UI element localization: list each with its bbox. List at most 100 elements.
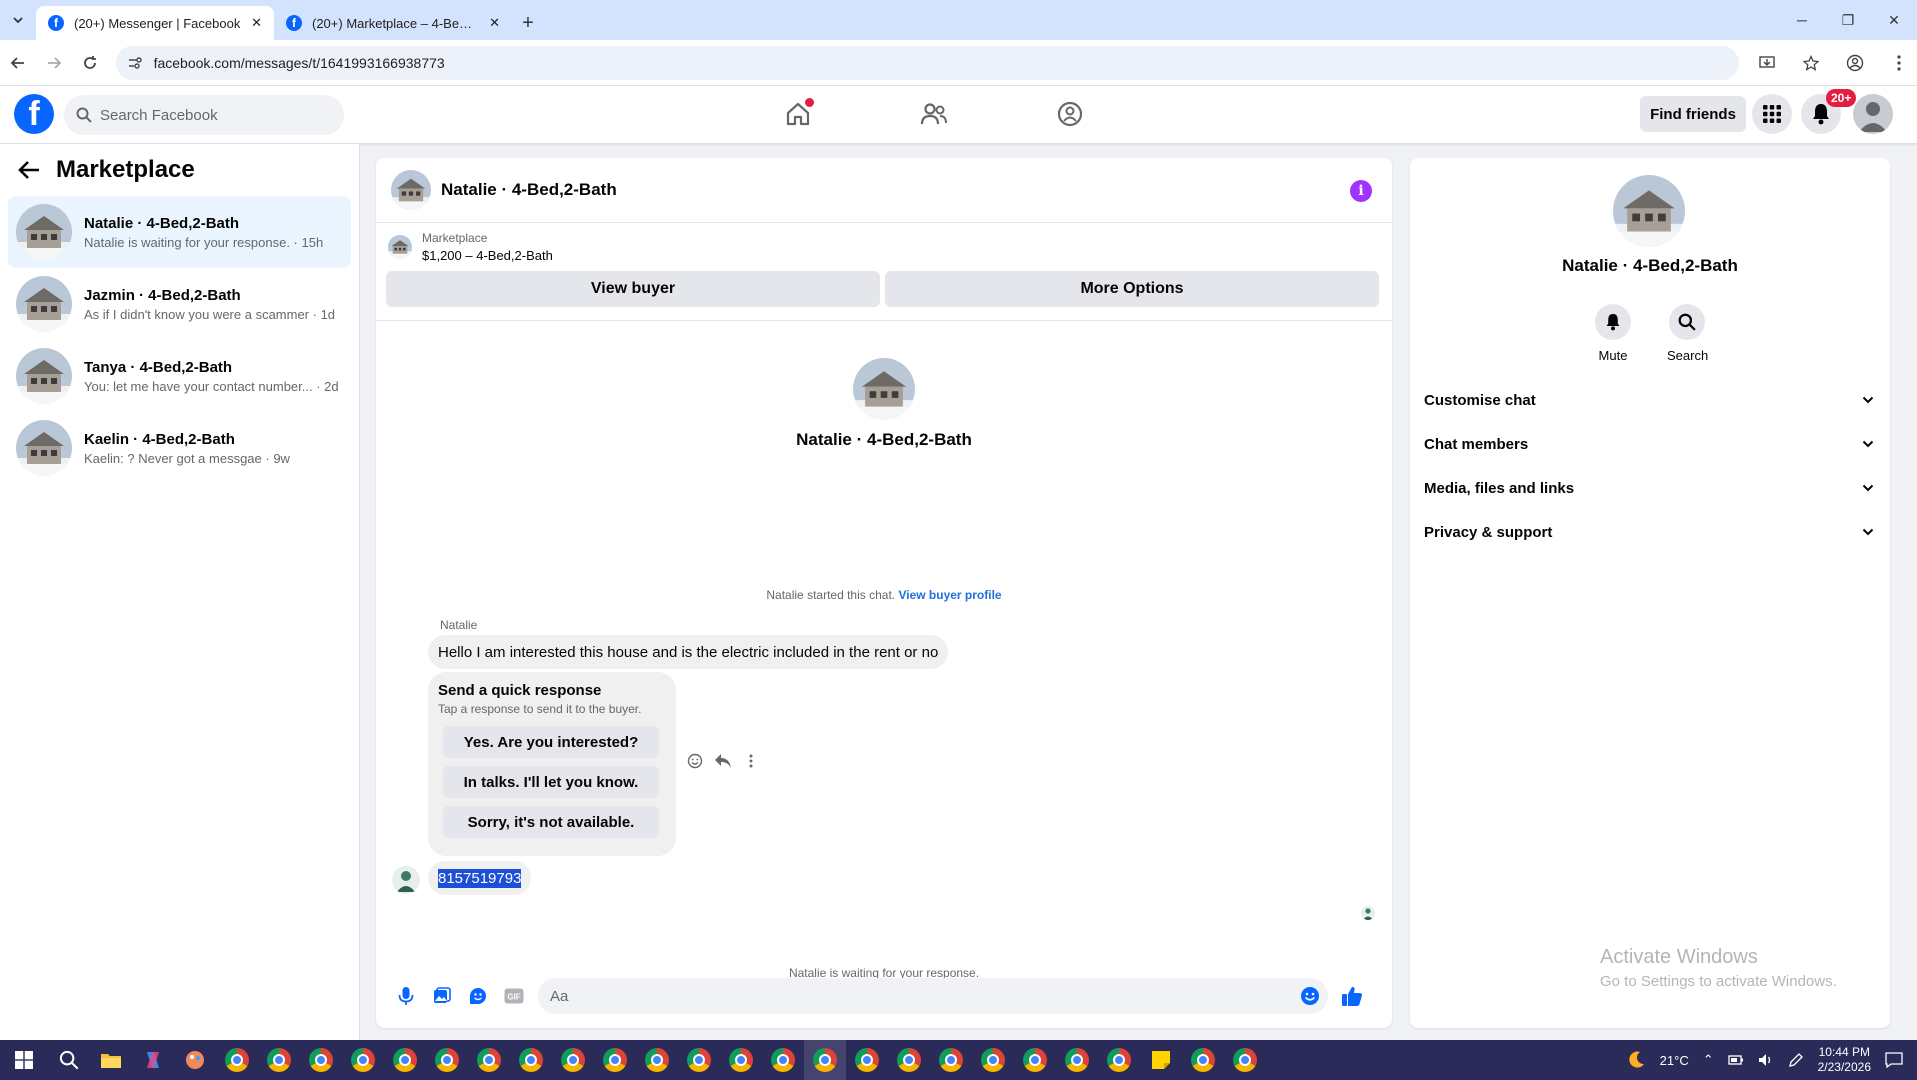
chrome-taskbar-button[interactable] bbox=[300, 1040, 342, 1080]
message-input[interactable]: Aa bbox=[538, 978, 1328, 1014]
nav-home[interactable] bbox=[780, 94, 816, 134]
sticker-button[interactable] bbox=[460, 978, 496, 1014]
facebook-logo-icon[interactable]: f bbox=[14, 94, 54, 134]
incoming-message[interactable]: Hello I am interested this house and is … bbox=[428, 635, 949, 669]
conversation-item[interactable]: Natalie · 4-Bed,2-Bath Natalie is waitin… bbox=[8, 196, 351, 268]
view-buyer-profile-link[interactable]: View buyer profile bbox=[898, 588, 1001, 602]
like-button[interactable] bbox=[1334, 978, 1370, 1014]
menu-button[interactable] bbox=[1752, 94, 1792, 134]
conversation-item[interactable]: Tanya · 4-Bed,2-Bath You: let me have yo… bbox=[8, 340, 351, 412]
chrome-taskbar-button[interactable] bbox=[888, 1040, 930, 1080]
find-friends-button[interactable]: Find friends bbox=[1640, 96, 1746, 132]
back-button[interactable] bbox=[0, 45, 36, 81]
more-vertical-icon[interactable] bbox=[742, 752, 760, 770]
conversation-item[interactable]: Jazmin · 4-Bed,2-Bath As if I didn't kno… bbox=[8, 268, 351, 340]
chrome-taskbar-button[interactable] bbox=[762, 1040, 804, 1080]
install-app-button[interactable] bbox=[1749, 45, 1785, 81]
url-bar[interactable]: facebook.com/messages/t/1641993166938773 bbox=[115, 45, 1740, 80]
close-window-button[interactable]: ✕ bbox=[1871, 0, 1917, 40]
chrome-taskbar-button[interactable] bbox=[1182, 1040, 1224, 1080]
quick-response-button[interactable]: Sorry, it's not available. bbox=[443, 806, 659, 838]
restore-button[interactable]: ❐ bbox=[1825, 0, 1871, 40]
quick-response-button[interactable]: In talks. I'll let you know. bbox=[443, 766, 659, 798]
new-tab-button[interactable]: + bbox=[512, 6, 544, 40]
chevron-up-icon[interactable]: ⌃ bbox=[1703, 1052, 1714, 1068]
account-avatar[interactable] bbox=[1853, 94, 1893, 134]
close-tab-icon[interactable]: ✕ bbox=[489, 15, 500, 31]
chrome-taskbar-button[interactable] bbox=[972, 1040, 1014, 1080]
chrome-taskbar-button[interactable] bbox=[1056, 1040, 1098, 1080]
forward-button[interactable] bbox=[36, 45, 72, 81]
notification-center-icon[interactable] bbox=[1885, 1052, 1903, 1068]
more-options-button[interactable]: More Options bbox=[885, 271, 1379, 307]
tab-search-button[interactable] bbox=[0, 0, 36, 40]
reply-icon[interactable] bbox=[714, 752, 732, 770]
chrome-taskbar-button[interactable] bbox=[678, 1040, 720, 1080]
file-explorer-button[interactable] bbox=[90, 1040, 132, 1080]
taskbar-app-button[interactable] bbox=[174, 1040, 216, 1080]
outgoing-message[interactable]: 8157519793 bbox=[428, 861, 532, 895]
chrome-taskbar-button[interactable] bbox=[636, 1040, 678, 1080]
chat-avatar[interactable] bbox=[391, 170, 431, 210]
close-tab-icon[interactable]: ✕ bbox=[251, 15, 262, 31]
tab-marketplace[interactable]: f (20+) Marketplace – 4-Bed,2-Bath ✕ bbox=[274, 6, 512, 40]
sticky-notes-button[interactable] bbox=[1140, 1040, 1182, 1080]
chrome-taskbar-button[interactable] bbox=[426, 1040, 468, 1080]
section-customise-chat[interactable]: Customise chat bbox=[1418, 378, 1882, 422]
chat-title[interactable]: Natalie · 4-Bed,2-Bath bbox=[441, 180, 617, 200]
back-arrow-icon[interactable] bbox=[18, 160, 40, 180]
search-input[interactable]: Search Facebook bbox=[64, 95, 344, 135]
gif-button[interactable]: GIF bbox=[496, 978, 532, 1014]
pen-icon[interactable] bbox=[1788, 1052, 1804, 1068]
nav-groups[interactable] bbox=[1052, 94, 1088, 134]
moon-weather-icon[interactable] bbox=[1626, 1050, 1646, 1070]
chrome-taskbar-button[interactable] bbox=[468, 1040, 510, 1080]
attach-photo-button[interactable] bbox=[424, 978, 460, 1014]
chrome-taskbar-button[interactable] bbox=[594, 1040, 636, 1080]
chrome-taskbar-button[interactable] bbox=[510, 1040, 552, 1080]
reload-button[interactable] bbox=[72, 45, 108, 81]
chrome-taskbar-button[interactable] bbox=[930, 1040, 972, 1080]
start-button[interactable] bbox=[0, 1040, 48, 1080]
chrome-taskbar-button[interactable] bbox=[1014, 1040, 1056, 1080]
chrome-taskbar-button[interactable] bbox=[846, 1040, 888, 1080]
listing-thumbnail[interactable] bbox=[388, 235, 412, 259]
tab-messenger[interactable]: f (20+) Messenger | Facebook ✕ bbox=[36, 6, 274, 40]
mute-button[interactable]: Mute bbox=[1593, 304, 1633, 363]
minimize-button[interactable]: ─ bbox=[1779, 0, 1825, 40]
details-avatar[interactable] bbox=[1613, 175, 1685, 247]
chrome-taskbar-button[interactable] bbox=[552, 1040, 594, 1080]
chrome-taskbar-button[interactable] bbox=[1098, 1040, 1140, 1080]
section-media-files-links[interactable]: Media, files and links bbox=[1418, 466, 1882, 510]
chrome-taskbar-button[interactable] bbox=[258, 1040, 300, 1080]
clock[interactable]: 10:44 PM 2/23/2026 bbox=[1818, 1045, 1871, 1075]
chrome-taskbar-button[interactable] bbox=[720, 1040, 762, 1080]
quick-response-button[interactable]: Yes. Are you interested? bbox=[443, 726, 659, 758]
nav-friends[interactable] bbox=[916, 94, 952, 134]
browser-menu-button[interactable] bbox=[1881, 45, 1917, 81]
emoji-icon[interactable] bbox=[1300, 986, 1320, 1006]
chrome-taskbar-button[interactable] bbox=[1224, 1040, 1266, 1080]
voice-clip-button[interactable] bbox=[388, 978, 424, 1014]
chrome-taskbar-button[interactable] bbox=[216, 1040, 258, 1080]
conversation-item[interactable]: Kaelin · 4-Bed,2-Bath Kaelin: ? Never go… bbox=[8, 412, 351, 484]
section-chat-members[interactable]: Chat members bbox=[1418, 422, 1882, 466]
site-settings-icon[interactable] bbox=[128, 56, 142, 70]
search-in-chat-button[interactable]: Search bbox=[1667, 304, 1708, 363]
battery-icon[interactable] bbox=[1727, 1053, 1744, 1067]
react-icon[interactable] bbox=[686, 752, 704, 770]
volume-icon[interactable] bbox=[1758, 1053, 1774, 1067]
copilot-button[interactable] bbox=[132, 1040, 174, 1080]
listing-title[interactable]: $1,200 – 4-Bed,2-Bath bbox=[422, 248, 553, 263]
chat-started-notice: Natalie started this chat. View buyer pr… bbox=[376, 588, 1392, 602]
taskbar-search-button[interactable] bbox=[48, 1040, 90, 1080]
chrome-taskbar-button-active[interactable] bbox=[804, 1040, 846, 1080]
weather-temperature[interactable]: 21°C bbox=[1660, 1053, 1689, 1068]
chrome-taskbar-button[interactable] bbox=[384, 1040, 426, 1080]
chrome-taskbar-button[interactable] bbox=[342, 1040, 384, 1080]
bookmark-button[interactable] bbox=[1793, 45, 1829, 81]
section-privacy-support[interactable]: Privacy & support bbox=[1418, 510, 1882, 554]
view-buyer-button[interactable]: View buyer bbox=[386, 271, 880, 307]
info-icon[interactable]: i bbox=[1350, 180, 1372, 202]
profile-button[interactable] bbox=[1837, 45, 1873, 81]
